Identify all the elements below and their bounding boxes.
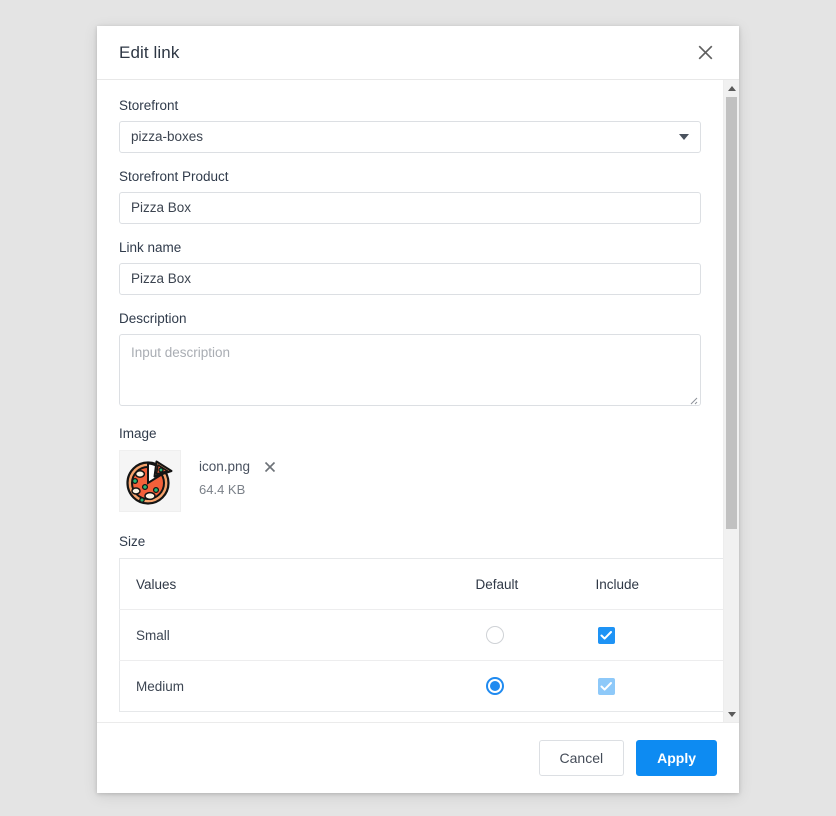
field-description: Description bbox=[119, 311, 701, 406]
scrollbar-thumb[interactable] bbox=[726, 97, 737, 529]
storefront-product-label: Storefront Product bbox=[119, 169, 229, 184]
size-table-head: Values Default Include bbox=[119, 558, 723, 610]
image-thumbnail[interactable] bbox=[119, 450, 181, 512]
page-title: Edit link bbox=[119, 42, 180, 62]
apply-button[interactable]: Apply bbox=[636, 740, 717, 776]
column-header-include: Include bbox=[579, 558, 723, 610]
dialog-scrollbar[interactable] bbox=[723, 80, 739, 722]
storefront-select-value: pizza-boxes bbox=[131, 129, 204, 144]
size-table-body: Small Medium bbox=[119, 609, 724, 712]
size-default-cell-medium bbox=[460, 661, 580, 712]
description-textarea[interactable] bbox=[119, 334, 701, 406]
field-storefront-product: Storefront Product bbox=[119, 169, 701, 224]
dialog-body: Storefront pizza-boxes Storefront Produc… bbox=[97, 80, 723, 722]
scrollbar-up-arrow-icon[interactable] bbox=[724, 80, 739, 96]
field-storefront: Storefront pizza-boxes bbox=[119, 98, 701, 153]
link-name-input[interactable] bbox=[119, 263, 701, 295]
field-image: Image icon.png 64.4 KB bbox=[119, 426, 701, 512]
table-row: Small bbox=[119, 609, 724, 661]
description-textarea-wrap bbox=[119, 334, 701, 406]
field-size: Size Values Default Include Small Medium bbox=[119, 534, 723, 712]
chevron-down-icon bbox=[679, 134, 689, 140]
size-value-medium: Medium bbox=[136, 678, 185, 694]
column-header-values: Values bbox=[119, 558, 460, 610]
default-radio-wrap-medium bbox=[476, 677, 580, 695]
storefront-product-input[interactable] bbox=[119, 192, 701, 224]
dialog-body-scroll-area: Storefront pizza-boxes Storefront Produc… bbox=[97, 80, 739, 722]
include-checkbox-small[interactable] bbox=[597, 626, 615, 644]
size-table: Values Default Include Small Medium bbox=[119, 558, 723, 712]
cancel-button[interactable]: Cancel bbox=[538, 740, 625, 776]
default-radio-wrap-small bbox=[476, 626, 580, 644]
default-radio-medium[interactable] bbox=[485, 677, 504, 695]
table-row: Medium bbox=[120, 661, 724, 712]
image-file-name: icon.png bbox=[199, 459, 251, 474]
storefront-select[interactable]: pizza-boxes bbox=[119, 121, 701, 153]
description-label: Description bbox=[119, 311, 187, 326]
image-label: Image bbox=[119, 426, 157, 441]
pizza-icon bbox=[123, 454, 177, 508]
scrollbar-down-arrow-icon[interactable] bbox=[724, 706, 739, 722]
remove-image-icon[interactable] bbox=[263, 460, 277, 474]
column-header-default: Default bbox=[459, 558, 580, 610]
size-label: Size bbox=[119, 534, 146, 549]
image-file-meta: icon.png 64.4 KB bbox=[199, 450, 277, 497]
dialog-header: Edit link bbox=[97, 26, 739, 80]
size-include-cell-small bbox=[579, 609, 724, 661]
size-default-cell-small bbox=[459, 609, 580, 661]
link-name-label: Link name bbox=[119, 240, 182, 255]
table-header-row: Values Default Include bbox=[119, 558, 723, 610]
size-value-small: Small bbox=[119, 609, 460, 661]
image-file-name-row: icon.png bbox=[199, 459, 277, 474]
image-file-size: 64.4 KB bbox=[199, 482, 246, 497]
storefront-label: Storefront bbox=[119, 98, 179, 113]
dialog-footer: Cancel Apply bbox=[97, 722, 739, 793]
field-link-name: Link name bbox=[119, 240, 701, 295]
include-checkbox-wrap-medium bbox=[596, 677, 724, 695]
image-upload-row: icon.png 64.4 KB bbox=[119, 450, 701, 512]
default-radio-small[interactable] bbox=[485, 626, 504, 644]
include-checkbox-wrap-small bbox=[596, 626, 724, 644]
edit-link-dialog: Edit link Storefront pizza-boxes Storefr… bbox=[97, 26, 739, 793]
close-icon[interactable] bbox=[691, 39, 719, 67]
size-include-cell-medium bbox=[580, 661, 724, 712]
include-checkbox-medium bbox=[597, 677, 615, 695]
